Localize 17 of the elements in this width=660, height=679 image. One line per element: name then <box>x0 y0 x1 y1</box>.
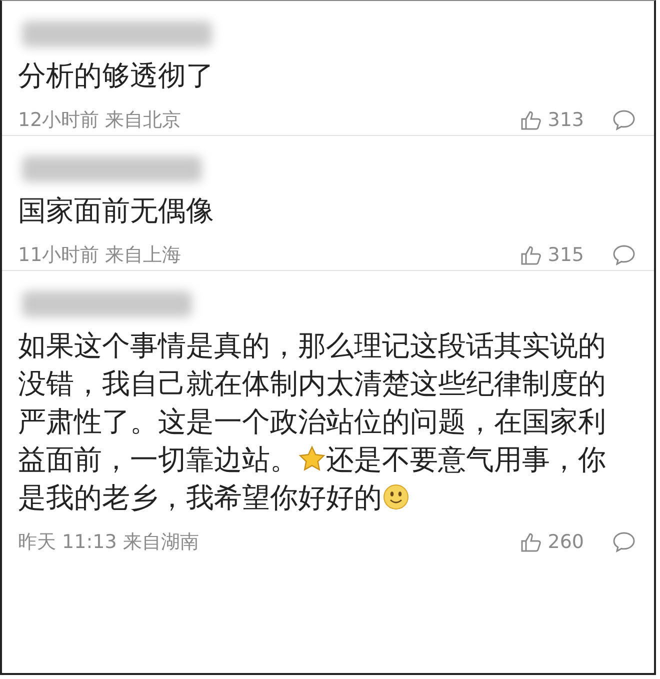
star-icon <box>298 445 326 473</box>
thumbs-up-icon[interactable] <box>520 109 542 131</box>
comment-time: 昨天 11:13 来自湖南 <box>18 530 200 555</box>
comment-text: 国家面前无偶像 <box>18 193 215 229</box>
comment-text: 如果这个事情是真的，那么理记这段话其实说的没错，我自己就在体制内太清楚这些纪律制度的严肃性了。这是一个政治站位的问题，在国家利益面前，一切靠边站。 还是不要意气用事，你是我的老乡，我希望你好好的 <box>18 328 607 516</box>
like-count: 313 <box>548 109 584 131</box>
comment-icon[interactable] <box>612 531 636 553</box>
comment-icon[interactable] <box>612 244 636 266</box>
comment-text: 分析的够透彻了 <box>18 58 215 94</box>
comment-time: 11小时前 来自上海 <box>18 243 182 268</box>
like-count: 315 <box>548 244 584 266</box>
thumbs-up-icon[interactable] <box>520 244 542 266</box>
like-count: 260 <box>548 531 584 553</box>
thumbs-up-icon[interactable] <box>520 531 542 553</box>
comment-icon[interactable] <box>612 109 636 131</box>
smiley-icon <box>382 483 410 511</box>
comment-time: 12小时前 来自北京 <box>18 108 182 133</box>
